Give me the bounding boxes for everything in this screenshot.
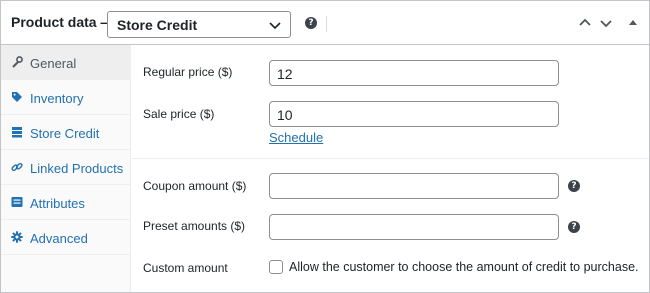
gear-icon <box>11 231 23 243</box>
tab-label: Attributes <box>30 196 85 211</box>
tab-store-credit[interactable]: Store Credit <box>1 115 131 150</box>
product-data-tabs: General Inventory Store Credit Linked Pr… <box>1 45 131 292</box>
product-type-select[interactable]: Store Credit <box>107 11 291 38</box>
tab-linked-products[interactable]: Linked Products <box>1 150 131 185</box>
tab-label: General <box>30 56 77 71</box>
coupon-amount-input[interactable] <box>269 173 559 199</box>
coupon-amount-label: Coupon amount ($) <box>143 179 247 193</box>
custom-amount-checkbox-label[interactable]: Allow the customer to choose the amount … <box>289 260 639 274</box>
move-down-icon[interactable] <box>598 15 614 31</box>
tab-label: Inventory <box>30 91 84 106</box>
sale-price-input[interactable]: 10 <box>269 101 559 127</box>
section-divider <box>132 158 649 159</box>
regular-price-input[interactable]: 12 <box>269 60 559 86</box>
custom-amount-checkbox[interactable] <box>269 260 283 274</box>
tab-advanced[interactable]: Advanced <box>1 220 131 255</box>
schedule-link[interactable]: Schedule <box>269 130 323 145</box>
regular-price-label: Regular price ($) <box>143 65 233 79</box>
help-icon[interactable]: ? <box>305 17 317 29</box>
preset-amounts-input[interactable] <box>269 214 559 240</box>
tab-general[interactable]: General <box>1 45 131 80</box>
tab-label: Linked Products <box>30 161 124 176</box>
panel-header: Product data — Store Credit ? <box>1 1 649 45</box>
move-up-icon[interactable] <box>577 15 593 31</box>
tab-label: Advanced <box>30 231 88 246</box>
chevron-down-icon <box>269 22 281 30</box>
link-icon <box>11 162 23 172</box>
tag-icon <box>12 92 22 102</box>
product-type-value: Store Credit <box>117 17 198 33</box>
header-divider <box>326 16 327 32</box>
custom-amount-label: Custom amount <box>143 261 228 275</box>
product-data-panel: Product data — Store Credit ? General In… <box>0 0 650 293</box>
general-panel: Regular price ($) 12 Sale price ($) 10 S… <box>132 45 649 292</box>
help-icon[interactable]: ? <box>568 221 580 233</box>
wrench-icon <box>12 56 23 68</box>
sale-price-label: Sale price ($) <box>143 107 215 121</box>
help-icon[interactable]: ? <box>568 180 580 192</box>
list-icon <box>11 197 23 207</box>
panel-title: Product data — <box>11 14 115 30</box>
tab-label: Store Credit <box>30 126 100 141</box>
preset-amounts-label: Preset amounts ($) <box>143 219 246 233</box>
tab-inventory[interactable]: Inventory <box>1 80 131 115</box>
collapse-toggle-icon[interactable] <box>625 15 641 31</box>
stack-icon <box>12 127 22 138</box>
tab-attributes[interactable]: Attributes <box>1 185 131 220</box>
